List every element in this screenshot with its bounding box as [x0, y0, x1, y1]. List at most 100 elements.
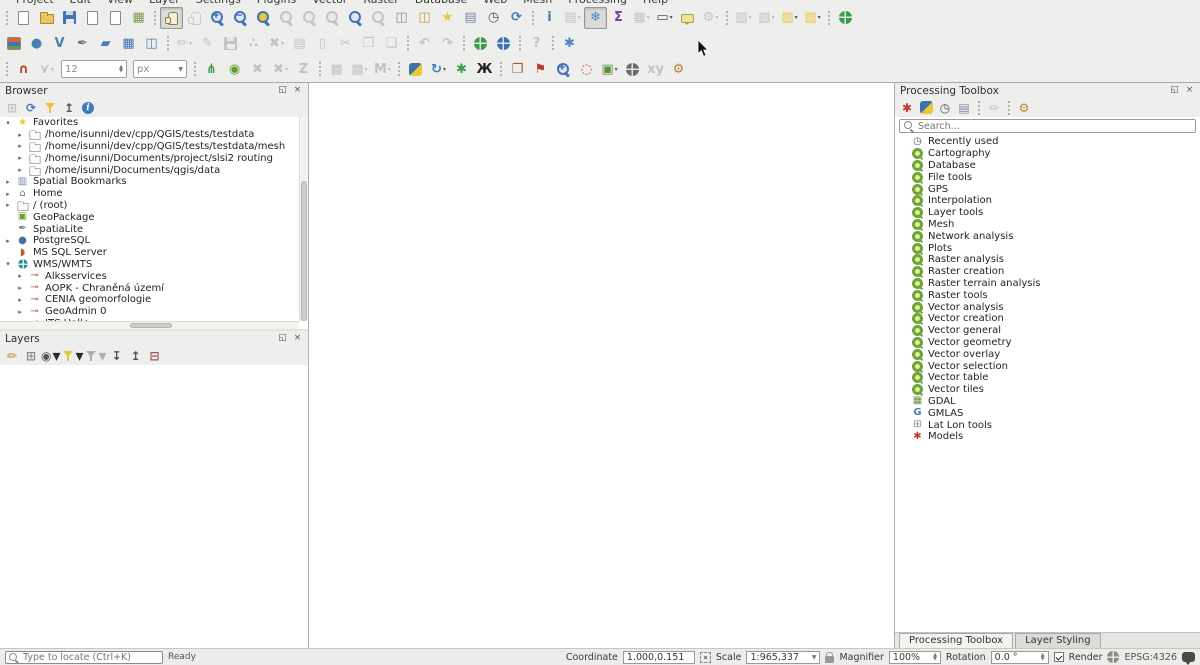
tree-item-database[interactable]: Database [895, 160, 1200, 172]
temporal-controller-button[interactable]: ◷ [482, 7, 505, 29]
add-selected-layers-button[interactable]: ⊞ [3, 99, 21, 116]
expand-arrow[interactable]: ▸ [16, 131, 24, 139]
tree-item-favorites[interactable]: ▾★Favorites [0, 117, 308, 129]
select-by-radius-button[interactable]: ◌ [575, 58, 598, 80]
tree-item-recently-used[interactable]: ◷Recently used [895, 136, 1200, 148]
modify-attributes-button[interactable]: ▤ [288, 32, 311, 54]
current-edits-button[interactable]: ✏▾ [173, 32, 196, 54]
zoom-full-button[interactable] [252, 7, 275, 29]
map-tips-button[interactable] [676, 7, 699, 29]
quickmapservices-plugin-button[interactable] [834, 7, 857, 29]
redo-button[interactable]: ↷ [436, 32, 459, 54]
tree-item-plots[interactable]: Plots [895, 242, 1200, 254]
statistical-summary-button[interactable]: Σ [607, 7, 630, 29]
first-aid-debugger-button[interactable]: Ж [473, 58, 496, 80]
scrollbar-thumb[interactable] [130, 323, 172, 328]
tree-item-gmlas[interactable]: GGMLAS [895, 407, 1200, 419]
properties-widget-button[interactable] [79, 99, 97, 116]
cut-features-button[interactable]: ✂ [334, 32, 357, 54]
expand-arrow[interactable]: ▸ [4, 237, 12, 245]
tree-item-vector-geometry[interactable]: Vector geometry [895, 337, 1200, 349]
snap-to-grid-button[interactable]: Z [292, 58, 315, 80]
coordinate-input[interactable] [623, 651, 695, 664]
delete-selected-button[interactable]: ▯ [311, 32, 334, 54]
tree-item-spatial-bookmarks[interactable]: ▸▥Spatial Bookmarks [0, 176, 308, 188]
filter-legend-button[interactable]: ▾ [62, 347, 84, 364]
tree-item-raster-analysis[interactable]: Raster analysis [895, 254, 1200, 266]
filter-browser-button[interactable] [41, 99, 59, 116]
new-spatialite-layer-button[interactable]: ✒ [71, 32, 94, 54]
tree-item-home[interactable]: ▸⌂Home [0, 188, 308, 200]
deselect-features-button[interactable]: ▧▾ [755, 7, 778, 29]
map-canvas-extent-button[interactable]: ▣▾ [598, 58, 621, 80]
add-wms-layer-button[interactable] [469, 32, 492, 54]
snapping-mode-button[interactable]: ⋎▾ [35, 58, 58, 80]
refresh-browser-button[interactable]: ⟳ [22, 99, 40, 116]
copy-coordinates-button[interactable]: ❐ [506, 58, 529, 80]
cad-construction-button[interactable]: ✖▾ [269, 58, 292, 80]
expand-arrow[interactable]: ▸ [16, 154, 24, 162]
mesh-checker-tool-button[interactable]: ▩ [325, 58, 348, 80]
pan-map-to-selection-button[interactable] [183, 7, 206, 29]
tree-item-lat-lon-tools[interactable]: ⊞Lat Lon tools [895, 419, 1200, 431]
expand-arrow[interactable]: ▸ [16, 166, 24, 174]
layers-float-icon[interactable]: ◱ [277, 333, 288, 344]
new-geopackage-layer-button[interactable]: ● [25, 32, 48, 54]
tree-item-file-tools[interactable]: File tools [895, 171, 1200, 183]
snapping-tolerance-steppers[interactable]: ▲▼ [119, 65, 123, 74]
enable-tracing-button[interactable]: ⋔ [200, 58, 223, 80]
select-features-button[interactable]: ❄ [584, 7, 607, 29]
manage-map-themes-button[interactable]: ◉▾ [41, 347, 61, 364]
extents-toggle-icon[interactable] [700, 652, 711, 663]
add-group-button[interactable]: ⊞ [22, 347, 40, 364]
messages-bubble-icon[interactable] [1182, 652, 1195, 662]
add-xyz-layer-button[interactable] [492, 32, 515, 54]
tree-item-models[interactable]: ✱Models [895, 431, 1200, 443]
open-layer-styling-button[interactable]: ✏ [3, 347, 21, 364]
save-project-button[interactable] [58, 7, 81, 29]
models-menu-button[interactable]: ✱ [898, 99, 916, 116]
tree-item-ms-sql-server[interactable]: ◗MS SQL Server [0, 247, 308, 259]
tree-item-geoadmin-0[interactable]: ▸⊸GeoAdmin 0 [0, 306, 308, 318]
xy-tools-button[interactable]: xy [644, 58, 667, 80]
new-virtual-layer-button[interactable]: ◫ [140, 32, 163, 54]
expand-arrow[interactable]: ▾ [4, 119, 12, 127]
open-attribute-table-button[interactable]: ▦▾ [630, 7, 653, 29]
crs-status-button[interactable]: EPSG:4326 [1124, 652, 1177, 663]
tree-item-gdal[interactable]: ▦GDAL [895, 396, 1200, 408]
refresh-map-button[interactable]: ⟳ [505, 7, 528, 29]
save-layer-edits-button[interactable] [219, 32, 242, 54]
advanced-digitizing-tools-button[interactable]: ✱ [558, 32, 581, 54]
new-spatial-bookmark-button[interactable]: ★ [436, 7, 459, 29]
browser-float-icon[interactable]: ◱ [277, 85, 288, 96]
tree-item-home-isunni-dev-cpp-qgis-tests-testdata[interactable]: ▸/home/isunni/dev/cpp/QGIS/tests/testdat… [0, 129, 308, 141]
map-pin-tool-button[interactable]: ⚑ [529, 58, 552, 80]
select-by-form-button[interactable]: ▧▾ [801, 7, 824, 29]
expand-arrow[interactable]: ▸ [16, 142, 24, 150]
expand-arrow[interactable]: ▸ [16, 308, 24, 316]
collapse-all-button[interactable]: ↥ [60, 99, 78, 116]
layers-close-icon[interactable]: × [292, 333, 303, 344]
new-mesh-layer-button[interactable]: ▦ [117, 32, 140, 54]
python-console-button[interactable] [404, 58, 427, 80]
whats-this-help-button[interactable]: ? [525, 32, 548, 54]
select-by-location-button[interactable]: ▧▾ [732, 7, 755, 29]
edit-features-in-place-button[interactable]: ✏ [985, 99, 1003, 116]
processing-close-icon[interactable]: × [1184, 85, 1195, 96]
zoom-out-button[interactable]: − [229, 7, 252, 29]
scale-lock-icon[interactable] [825, 656, 834, 663]
field-calculator-button[interactable]: ⚙▾ [699, 7, 722, 29]
tree-item-cartography[interactable]: Cartography [895, 148, 1200, 160]
metasearch-catalog-button[interactable] [621, 58, 644, 80]
tree-item-raster-terrain-analysis[interactable]: Raster terrain analysis [895, 278, 1200, 290]
open-project-button[interactable] [35, 7, 58, 29]
tree-item-spatialite[interactable]: ✒SpatiaLite [0, 223, 308, 235]
plugin-reloader-button[interactable]: ↻▾ [427, 58, 450, 80]
expand-arrow[interactable]: ▸ [16, 284, 24, 292]
style-manager-button[interactable]: ▦ [127, 7, 150, 29]
plugin-builder-button[interactable]: ✱ [450, 58, 473, 80]
tree-item-wms-wmts[interactable]: ▾WMS/WMTS [0, 259, 308, 271]
filter-by-expression-button[interactable]: ▾ [85, 347, 107, 364]
render-checkbox[interactable] [1054, 652, 1064, 662]
tree-item-vector-overlay[interactable]: Vector overlay [895, 348, 1200, 360]
